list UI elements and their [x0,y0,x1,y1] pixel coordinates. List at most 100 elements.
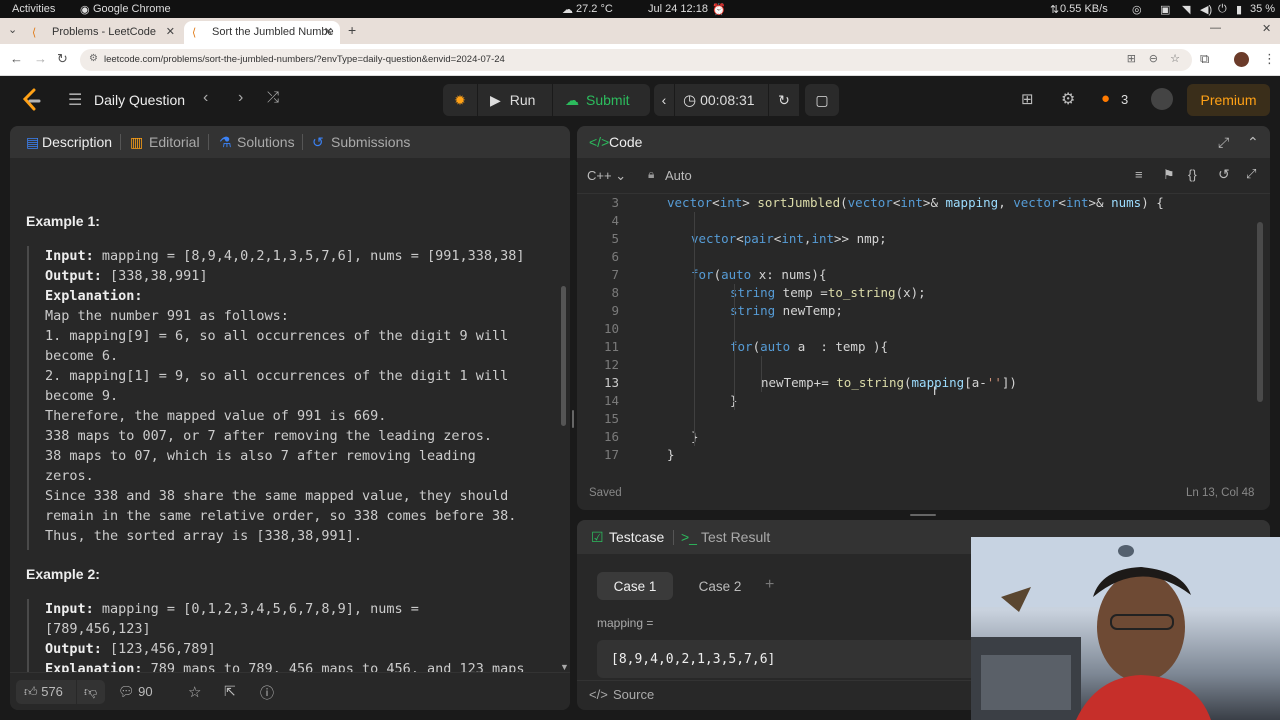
tray-icon[interactable]: ▣ [1160,3,1170,16]
tab-testcase[interactable]: Testcase [609,529,664,545]
zoom-icon[interactable]: ⊖ [1149,52,1158,65]
next-problem-icon[interactable]: › [238,89,243,107]
tab-list-icon[interactable]: ⌄ [8,23,17,36]
new-tab-button[interactable]: + [348,22,356,38]
activities-button[interactable]: Activities [12,3,55,15]
clock[interactable]: Jul 24 12:18 [648,3,708,15]
code-line: 7 for(auto x: nums){ [611,267,827,282]
lock-icon: 🔒︎ [648,167,655,181]
url-text: leetcode.com/problems/sort-the-jumbled-n… [104,54,505,65]
mouse-ibeam-cursor: I [933,384,937,398]
tab-divider [208,134,209,150]
case-1-tab[interactable]: Case 1 [597,572,673,600]
wifi-icon[interactable]: ◥ [1182,3,1190,16]
braces-icon[interactable]: {} [1188,167,1197,182]
add-case-button[interactable]: + [765,576,774,594]
reload-icon[interactable]: ↻ [57,51,68,67]
forward-icon[interactable]: → [34,51,47,66]
app-indicator-icon[interactable]: ◎ [1132,3,1142,16]
site-info-icon[interactable]: ⚙ [89,53,98,64]
back-icon[interactable]: ← [10,51,23,66]
debug-button[interactable]: ✹ [443,84,477,116]
timer[interactable]: ◷ 00:08:31 [675,84,768,116]
auto-mode[interactable]: Auto [665,168,692,183]
timer-collapse-button[interactable]: ‹ [654,84,674,116]
bookmark-star-icon[interactable]: ☆ [1170,52,1180,65]
close-window-icon[interactable]: ✕ [1262,22,1271,35]
tab-test-result[interactable]: Test Result [701,529,770,545]
bookmark-icon[interactable]: ⚑ [1163,167,1175,183]
close-tab-icon[interactable]: ✕ [324,25,333,38]
share-icon[interactable]: ⇱ [224,683,236,700]
streak-fire-icon[interactable]: ● [1101,90,1110,107]
tab-active-problem[interactable]: ⟨ Sort the Jumbled Numbe ✕ [184,21,340,44]
code-line: 9 string newTemp; [611,303,843,318]
leetcode-favicon-icon: ⟨ [32,27,37,39]
maximize-icon[interactable]: ⤢ [1218,134,1229,151]
chevron-down-icon: ⌄ [615,168,627,183]
minimize-icon[interactable]: — [1210,22,1221,34]
tab-submissions[interactable]: Submissions [331,134,410,150]
source-button[interactable]: Source [613,687,654,702]
scroll-down-arrow-icon[interactable]: ▼ [560,662,569,672]
settings-gear-icon[interactable]: ⚙ [1061,89,1075,109]
example-1-output: [338,38,991] [101,268,208,284]
layout-grid-icon[interactable]: ⊞ [1021,90,1034,108]
comment-count: 90 [138,684,153,699]
code-line: 12 [603,357,619,372]
example-1-input-line: Input: mapping = [8,9,4,0,2,1,3,5,7,6], … [45,246,552,266]
user-avatar[interactable] [1151,88,1173,110]
volume-icon[interactable]: ◀) [1200,3,1212,16]
translate-icon[interactable]: ⊞ [1127,52,1136,65]
format-icon[interactable]: ≡ [1135,167,1143,182]
tab-description[interactable]: Description [42,134,112,150]
favorite-star-icon[interactable]: ☆ [188,683,201,701]
menu-icon[interactable]: ⋮ [1263,51,1276,67]
code-line: 8 string temp =to_string(x); [611,285,926,300]
tab-editorial[interactable]: Editorial [149,134,200,150]
panel-resize-handle[interactable] [572,410,574,428]
code-scrollbar[interactable] [1257,222,1263,402]
close-tab-icon[interactable]: ✕ [166,25,175,38]
reset-code-icon[interactable]: ↺ [1218,166,1230,183]
notes-button[interactable]: ▢ [805,84,839,116]
power-icon[interactable]: ⏻ [1218,3,1227,16]
case-2-tab[interactable]: Case 2 [685,572,755,600]
leetcode-logo-icon[interactable] [22,88,42,112]
dislike-button[interactable]: 👎︎ [77,680,105,704]
tab-problems[interactable]: ⟨ Problems - LeetCode ✕ [24,21,182,44]
daily-question-link[interactable]: Daily Question [94,92,185,108]
shuffle-icon[interactable]: ⤮ [267,89,279,106]
language-select[interactable]: C++ ⌄ [587,168,626,184]
problem-list-icon[interactable]: ☰ [68,90,82,110]
bug-icon: ✹ [454,91,466,108]
timer-reset-button[interactable]: ↻ [769,84,799,116]
fullscreen-icon[interactable]: ⤢ [1246,166,1256,182]
tab-label: Problems - LeetCode [52,26,156,38]
timer-value: 00:08:31 [700,92,755,108]
collapse-icon[interactable]: ⌃ [1247,134,1259,151]
run-button[interactable]: ▶ Run [478,84,552,116]
play-icon: ▶ [490,91,501,108]
leetcode-header: ☰ Daily Question ‹ › ⤮ ✹ ▶ Run ☁ Submit … [0,76,1280,124]
code-toolbar: C++ ⌄ 🔒︎ Auto ≡ ⚑ {} ↺ ⤢ [577,158,1270,194]
prev-problem-icon[interactable]: ‹ [203,89,208,107]
app-name: Google Chrome [93,3,171,15]
url-input[interactable]: ⚙ leetcode.com/problems/sort-the-jumbled… [80,49,1192,71]
premium-button[interactable]: Premium [1187,84,1270,116]
tab-solutions[interactable]: Solutions [237,134,295,150]
profile-avatar[interactable] [1234,52,1249,67]
comments-button[interactable]: 💬︎ 90 [118,684,153,700]
like-button[interactable]: 👍︎ 576 [16,680,76,704]
editor-resize-handle[interactable] [910,514,936,516]
code-editor[interactable]: 3 vector<int> sortJumbled(vector<int>& ma… [577,194,1259,466]
indent-guide [694,212,695,446]
extensions-icon[interactable]: ⧉ [1200,51,1209,67]
description-scrollbar[interactable] [561,286,566,426]
terminal-icon: >_ [681,529,697,545]
submit-button[interactable]: ☁ Submit [553,84,650,116]
code-line: 6 [611,249,619,264]
code-line: 17} [603,447,675,462]
help-icon[interactable]: ⓘ [260,683,274,703]
webcam-overlay [971,537,1280,720]
